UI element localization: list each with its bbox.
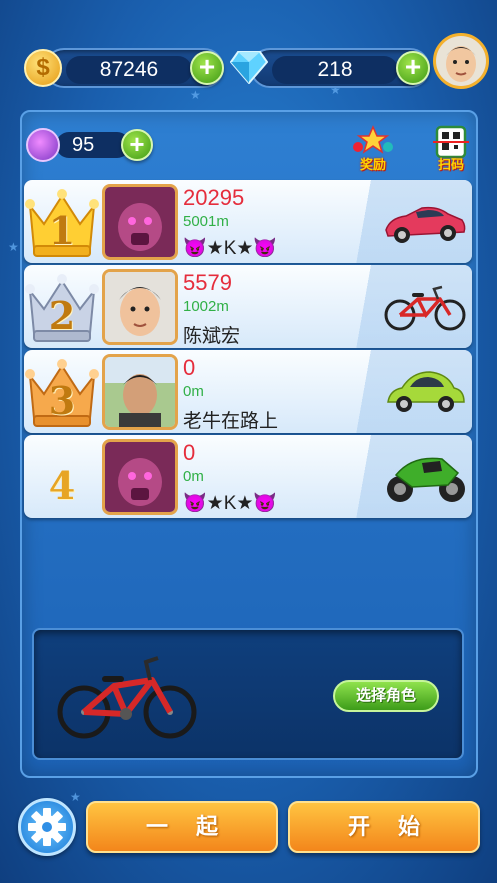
rank-number: 2: [48, 293, 76, 338]
bicycle-icon: [384, 285, 466, 331]
coins-value: 87246: [66, 56, 192, 84]
play-together-button[interactable]: 一起: [86, 801, 278, 853]
player-score: 0: [183, 440, 196, 465]
beetle-car-icon: [387, 371, 465, 412]
rank-number: 4: [48, 463, 76, 508]
player-avatar: [102, 269, 178, 345]
settings-button[interactable]: [18, 798, 76, 856]
selected-bicycle-icon: [57, 656, 197, 739]
player-avatar: [102, 439, 178, 515]
motorcycle-icon: [387, 457, 465, 502]
rank-number: 3: [48, 378, 76, 423]
player-score: 0: [183, 355, 196, 380]
player-name: 😈★K★😈: [183, 238, 278, 259]
add-coins-button[interactable]: +: [190, 51, 224, 85]
scan-label: 扫码: [437, 157, 464, 172]
reward-button[interactable]: 奖励: [350, 125, 396, 173]
star-decoration: ★: [8, 240, 19, 254]
player-distance: 1002m: [183, 298, 229, 315]
gear-icon: [28, 808, 66, 846]
leaderboard-row-4[interactable]: 4 0 0m 😈★K★😈: [24, 435, 472, 518]
leaderboard-row-1[interactable]: 1 20295 5001m 😈★K★😈: [24, 180, 472, 263]
add-gems-button[interactable]: +: [396, 51, 430, 85]
player-score: 20295: [183, 185, 245, 210]
potion-count: 95: [56, 132, 130, 158]
diamond-icon: [230, 51, 268, 84]
player-distance: 5001m: [183, 213, 229, 230]
player-avatar: [102, 354, 178, 430]
gems-value: 218: [272, 56, 398, 84]
start-button[interactable]: 开始: [288, 801, 480, 853]
player-score: 5579: [183, 270, 232, 295]
add-potion-button[interactable]: +: [121, 129, 153, 161]
star-decoration: ★: [190, 88, 201, 102]
leaderboard-row-2[interactable]: 2 5579 1002m 陈斌宏: [24, 265, 472, 348]
rank-number: 1: [48, 208, 76, 253]
sports-car-icon: [385, 206, 466, 243]
potion-icon: [26, 128, 60, 162]
player-name: 陈斌宏: [183, 326, 241, 347]
player-distance: 0m: [183, 468, 204, 485]
player-name: 😈★K★😈: [183, 493, 278, 514]
choose-character-button[interactable]: 选择角色: [333, 680, 439, 712]
scan-button[interactable]: 扫码: [428, 125, 474, 173]
player-avatar: [102, 184, 178, 260]
leaderboard-row-3[interactable]: 3 0 0m 老牛在路上: [24, 350, 472, 433]
dollar-coin-icon: $: [24, 49, 62, 87]
player-distance: 0m: [183, 383, 204, 400]
reward-label: 奖励: [359, 157, 386, 172]
player-name: 老牛在路上: [183, 411, 279, 432]
user-avatar[interactable]: [433, 33, 489, 89]
